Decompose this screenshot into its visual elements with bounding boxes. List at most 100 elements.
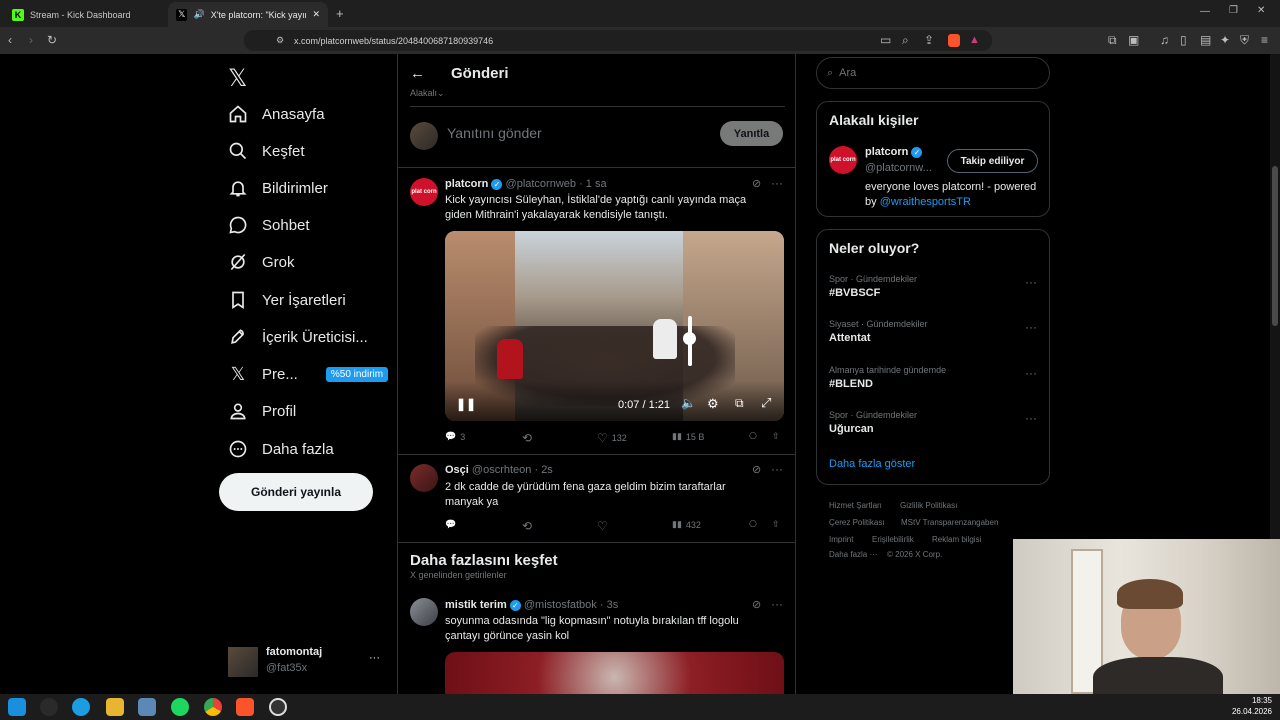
sidebar-item-profile[interactable]: Profil: [228, 394, 296, 428]
extensions-icon[interactable]: ⧉: [1108, 27, 1117, 54]
tweet-discover[interactable]: mistik terim ✓ @mistosfatbok · 3s ⊘ ··· …: [398, 590, 796, 694]
scrollbar-thumb[interactable]: [1272, 166, 1278, 326]
footer-link[interactable]: Erişilebilirlik: [872, 535, 914, 544]
leo-icon[interactable]: ✦: [1220, 27, 1230, 54]
screenshot-icon[interactable]: ▣: [1128, 27, 1139, 54]
account-avatar[interactable]: [228, 647, 258, 677]
sort-selector[interactable]: Alakalı⌄: [410, 88, 445, 96]
mistik-avatar[interactable]: [410, 598, 438, 626]
brave-icon[interactable]: [236, 698, 254, 716]
vpn-icon[interactable]: ⛨: [1240, 27, 1249, 54]
grok-icon[interactable]: ⊘: [752, 598, 761, 611]
pause-icon[interactable]: ❚❚: [456, 397, 476, 411]
post-button[interactable]: Gönderi yayınla: [219, 473, 373, 511]
settings-icon[interactable]: ⚙: [707, 396, 719, 412]
tweet-main[interactable]: plat corn platcorn ✓ @platcornweb · 1 sa…: [398, 168, 796, 454]
related-handle[interactable]: @platcornw...: [865, 162, 932, 174]
x-logo-icon[interactable]: 𝕏: [228, 64, 247, 93]
sidebar-toggle-icon[interactable]: ▯: [1180, 27, 1187, 54]
reply-button[interactable]: Yanıtla: [720, 121, 783, 146]
restore-icon[interactable]: ❐: [1229, 5, 1238, 16]
menu-icon[interactable]: ≡: [1261, 27, 1268, 54]
tweet-handle[interactable]: @platcornweb: [506, 178, 576, 190]
bookmark-action[interactable]: ⎔: [749, 519, 757, 530]
trend-more-icon[interactable]: ···: [1025, 411, 1037, 425]
footer-link[interactable]: Gizlilik Politikası: [900, 501, 957, 510]
volume-icon[interactable]: 🔈: [681, 396, 696, 410]
sidebar-item-more[interactable]: Daha fazla: [228, 432, 334, 466]
sidebar-item-notifications[interactable]: Bildirimler: [228, 171, 328, 205]
trend-item[interactable]: Almanya tarihinde gündemde #BLEND: [829, 365, 1039, 390]
file-explorer-icon[interactable]: [106, 698, 124, 716]
trend-item[interactable]: Spor · Gündemdekiler #BVBSCF: [829, 274, 1039, 299]
search-icon[interactable]: [40, 698, 58, 716]
account-more-icon[interactable]: ···: [369, 652, 380, 664]
zoom-icon[interactable]: ⌕: [902, 27, 909, 54]
speaker-icon[interactable]: 🔊: [193, 9, 204, 20]
sidebar-item-creator[interactable]: İçerik Üreticisi...: [228, 320, 368, 354]
tab-kick-dashboard[interactable]: K Stream - Kick Dashboard: [4, 2, 166, 27]
footer-link[interactable]: Imprint: [829, 535, 853, 544]
reply-action[interactable]: 💬 3: [445, 431, 465, 442]
footer-link[interactable]: Çerez Politikası: [829, 518, 885, 527]
pip-icon[interactable]: ⧉: [735, 396, 744, 411]
sidebar-item-home[interactable]: Anasayfa: [228, 97, 325, 131]
share-action[interactable]: ⇧: [772, 519, 780, 530]
grok-icon[interactable]: ⊘: [752, 177, 761, 190]
close-window-icon[interactable]: ✕: [1257, 5, 1265, 16]
repost-action[interactable]: ⟲: [522, 519, 536, 533]
brave-rewards-icon[interactable]: ▲: [969, 34, 980, 46]
minimize-icon[interactable]: —: [1200, 6, 1210, 17]
tweet-author-name[interactable]: platcorn: [445, 178, 488, 190]
new-tab-icon[interactable]: +: [336, 6, 344, 21]
install-icon[interactable]: ▭: [880, 27, 891, 54]
site-info-icon[interactable]: ⚙: [276, 35, 284, 46]
tweet-handle[interactable]: @oscrhteon: [472, 464, 531, 476]
views-action[interactable]: ▮▮ 432: [672, 519, 701, 530]
media-icon[interactable]: ♫: [1160, 27, 1169, 54]
volume-slider-handle[interactable]: [683, 332, 696, 345]
sidebar-item-grok[interactable]: Grok: [228, 245, 295, 279]
tweet-media-image[interactable]: [445, 652, 784, 694]
footer-link[interactable]: Daha fazla ···: [829, 550, 877, 559]
share-action[interactable]: ⇧: [772, 431, 780, 442]
footer-link[interactable]: Hizmet Şartları: [829, 501, 882, 510]
windows-start-icon[interactable]: [8, 698, 26, 716]
sidebar-item-chat[interactable]: Sohbet: [228, 208, 310, 242]
tweet-more-icon[interactable]: ···: [771, 462, 783, 476]
tweet-author-name[interactable]: mistik terim: [445, 599, 507, 611]
show-more-link[interactable]: Daha fazla göster: [829, 458, 915, 470]
reply-input[interactable]: Yanıtını gönder: [447, 125, 542, 141]
related-bio-link[interactable]: @wraithesportsTR: [880, 196, 971, 208]
repost-action[interactable]: ⟲: [522, 431, 536, 445]
brave-shield-icon[interactable]: [948, 34, 960, 47]
trend-item[interactable]: Siyaset · Gündemdekiler Attentat: [829, 319, 1039, 344]
share-icon[interactable]: ⇪: [924, 27, 934, 54]
tweet-reply[interactable]: Osçi @oscrhteon · 2s ⊘ ··· 2 dk cadde de…: [398, 455, 796, 542]
search-input[interactable]: Ara: [839, 67, 856, 79]
trend-more-icon[interactable]: ···: [1025, 320, 1037, 334]
sidebar-item-bookmarks[interactable]: Yer İşaretleri: [228, 283, 346, 317]
back-arrow-icon[interactable]: ←: [410, 65, 425, 82]
tweet-handle[interactable]: @mistosfatbok: [524, 599, 597, 611]
obs-icon[interactable]: [269, 698, 287, 716]
tweet-more-icon[interactable]: ···: [771, 597, 783, 611]
grok-icon[interactable]: ⊘: [752, 463, 761, 476]
edge-icon[interactable]: [72, 698, 90, 716]
like-action[interactable]: ♡ 132: [597, 431, 627, 445]
forward-icon[interactable]: ›: [29, 27, 33, 54]
sidebar-item-premium[interactable]: 𝕏 Pre... %50 indirim: [228, 357, 389, 391]
photos-icon[interactable]: [138, 698, 156, 716]
reply-action[interactable]: 💬: [445, 519, 460, 530]
tweet-time[interactable]: · 2s: [534, 464, 552, 476]
related-name[interactable]: platcorn: [865, 146, 908, 158]
reload-icon[interactable]: ↻: [47, 27, 57, 54]
views-action[interactable]: ▮▮ 15 B: [672, 431, 704, 442]
tweet-more-icon[interactable]: ···: [771, 176, 783, 190]
tweet-author-name[interactable]: Osçi: [445, 464, 469, 476]
sidebar-item-explore[interactable]: Keşfet: [228, 134, 305, 168]
trend-more-icon[interactable]: ···: [1025, 275, 1037, 289]
back-icon[interactable]: ‹: [8, 27, 12, 54]
osci-avatar[interactable]: [410, 464, 438, 492]
related-avatar[interactable]: plat corn: [829, 146, 857, 174]
